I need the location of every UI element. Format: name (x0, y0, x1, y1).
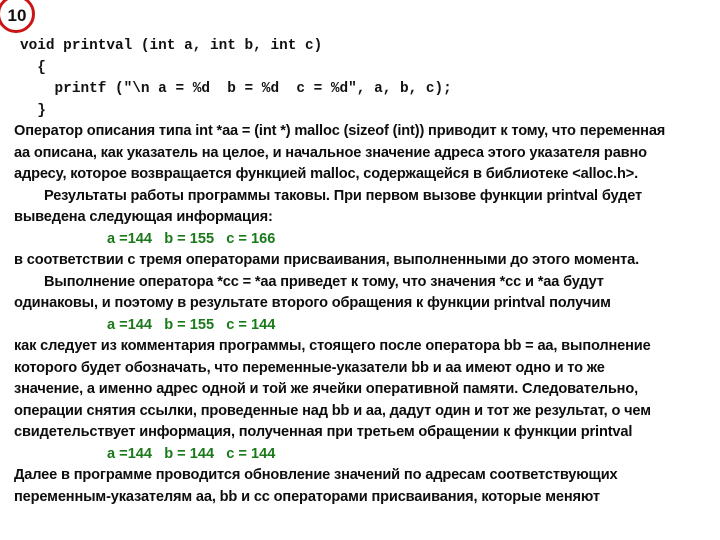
paragraph-line: Результаты работы программы таковы. При … (44, 187, 643, 204)
paragraph-line: которого будет обозначать, что переменны… (14, 359, 605, 376)
paragraph-line: aa описана, как указатель на целое, и на… (14, 144, 647, 161)
code-line: } (20, 102, 46, 119)
code-block: void printval (int a, int b, int c) { pr… (20, 36, 700, 122)
paragraph-line: одинаковы, и поэтому в результате второг… (14, 295, 611, 311)
body-text-block: Оператор описания типа int *aa = (int *)… (14, 121, 708, 508)
code-line: void printval (int a, int b, int c) (20, 38, 323, 54)
program-output-line: a =144 b = 155 c = 166 (107, 230, 276, 247)
paragraph-line: операции снятия ссылки, проведенные над … (14, 402, 651, 419)
paragraph-line: свидетельствует информация, полученная п… (14, 424, 633, 440)
code-line: printf ("\n a = %d b = %d c = %d", a, b,… (20, 81, 452, 97)
paragraph-line: Далее в программе проводится обновление … (14, 467, 618, 483)
paragraph-line: значение, а именно адрес одной и той же … (14, 381, 638, 397)
paragraph-line: Оператор описания типа int *aa = (int *)… (14, 123, 666, 139)
paragraph-line: как следует из комментария программы, ст… (14, 338, 651, 354)
program-output-line: a =144 b = 155 c = 144 (107, 316, 276, 333)
code-line: { (20, 59, 46, 76)
program-output-line: a =144 b = 144 c = 144 (107, 445, 276, 462)
paragraph-line: выведена следующая информация: (14, 209, 273, 225)
paragraph-line: переменным-указателям aa, bb и cc операт… (14, 488, 600, 505)
slide-number-badge: 10 (0, 0, 35, 33)
paragraph-line: Выполнение оператора *cc = *aa приведет … (44, 273, 604, 290)
paragraph-line: в соответствии с тремя операторами присв… (14, 252, 640, 268)
paragraph-line: адресу, которое возвращается функцией ma… (14, 166, 639, 182)
slide-number-label: 10 (7, 5, 27, 25)
